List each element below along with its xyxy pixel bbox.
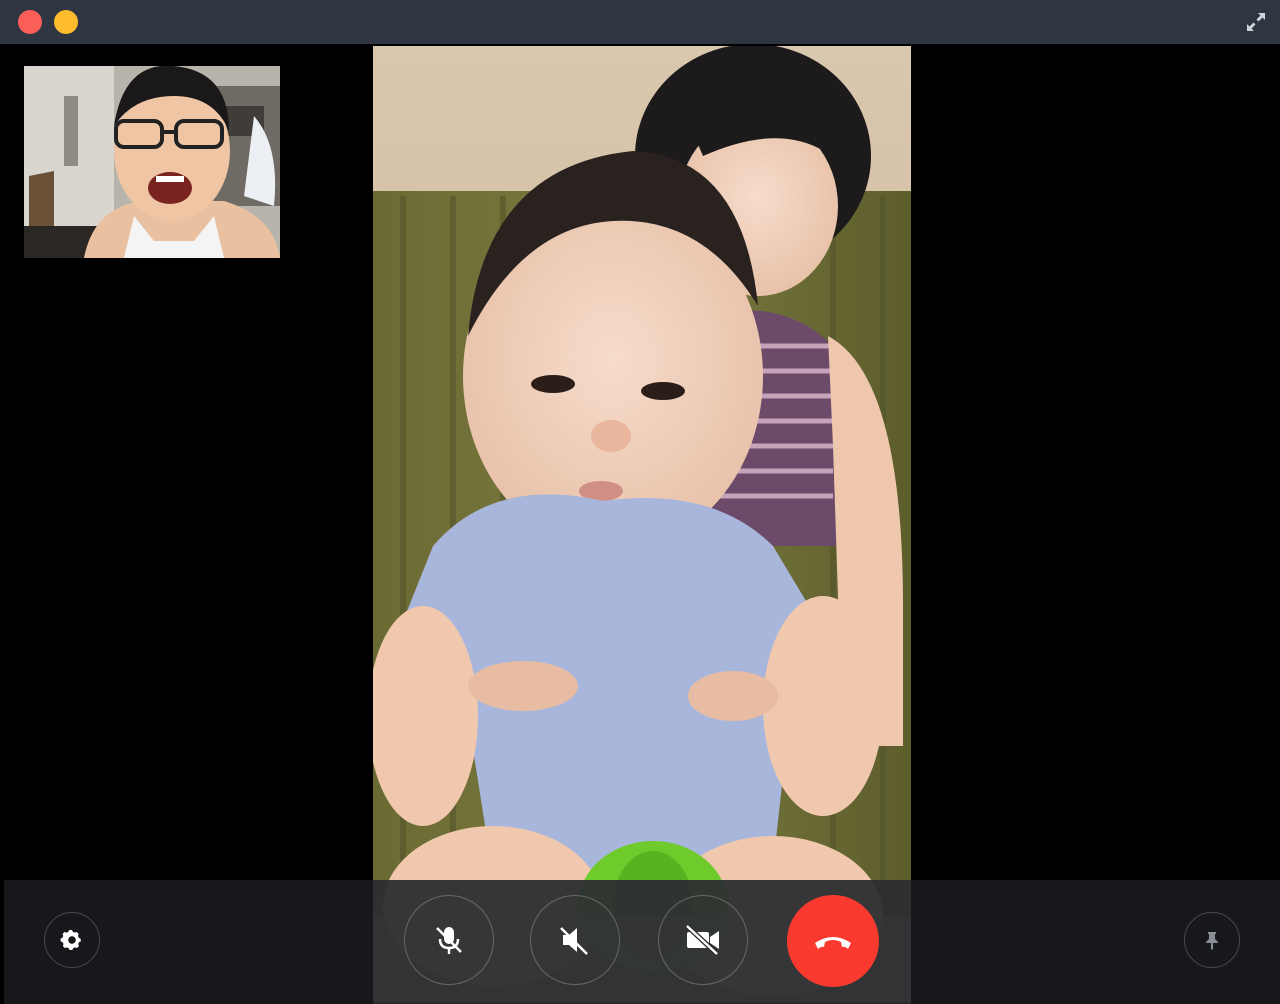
close-window-button[interactable] [18,10,42,34]
expand-arrows-icon[interactable] [1242,8,1270,36]
title-bar [0,0,1280,44]
self-video-preview[interactable] [24,66,280,258]
hang-up-button[interactable] [787,895,879,987]
video-camera-off-icon [685,924,719,956]
mute-speaker-button[interactable] [530,895,620,985]
phone-hangup-icon [815,937,851,949]
microphone-muted-icon [436,927,462,954]
pin-icon [1206,932,1218,950]
remote-video-feed [373,46,911,1002]
toggle-video-button[interactable] [658,895,748,985]
gear-icon [60,930,81,950]
pin-button[interactable] [1184,912,1240,968]
settings-button[interactable] [44,912,100,968]
speaker-muted-icon [560,927,588,955]
video-call-window [0,0,1280,1004]
minimize-window-button[interactable] [54,10,78,34]
mute-microphone-button[interactable] [404,895,494,985]
